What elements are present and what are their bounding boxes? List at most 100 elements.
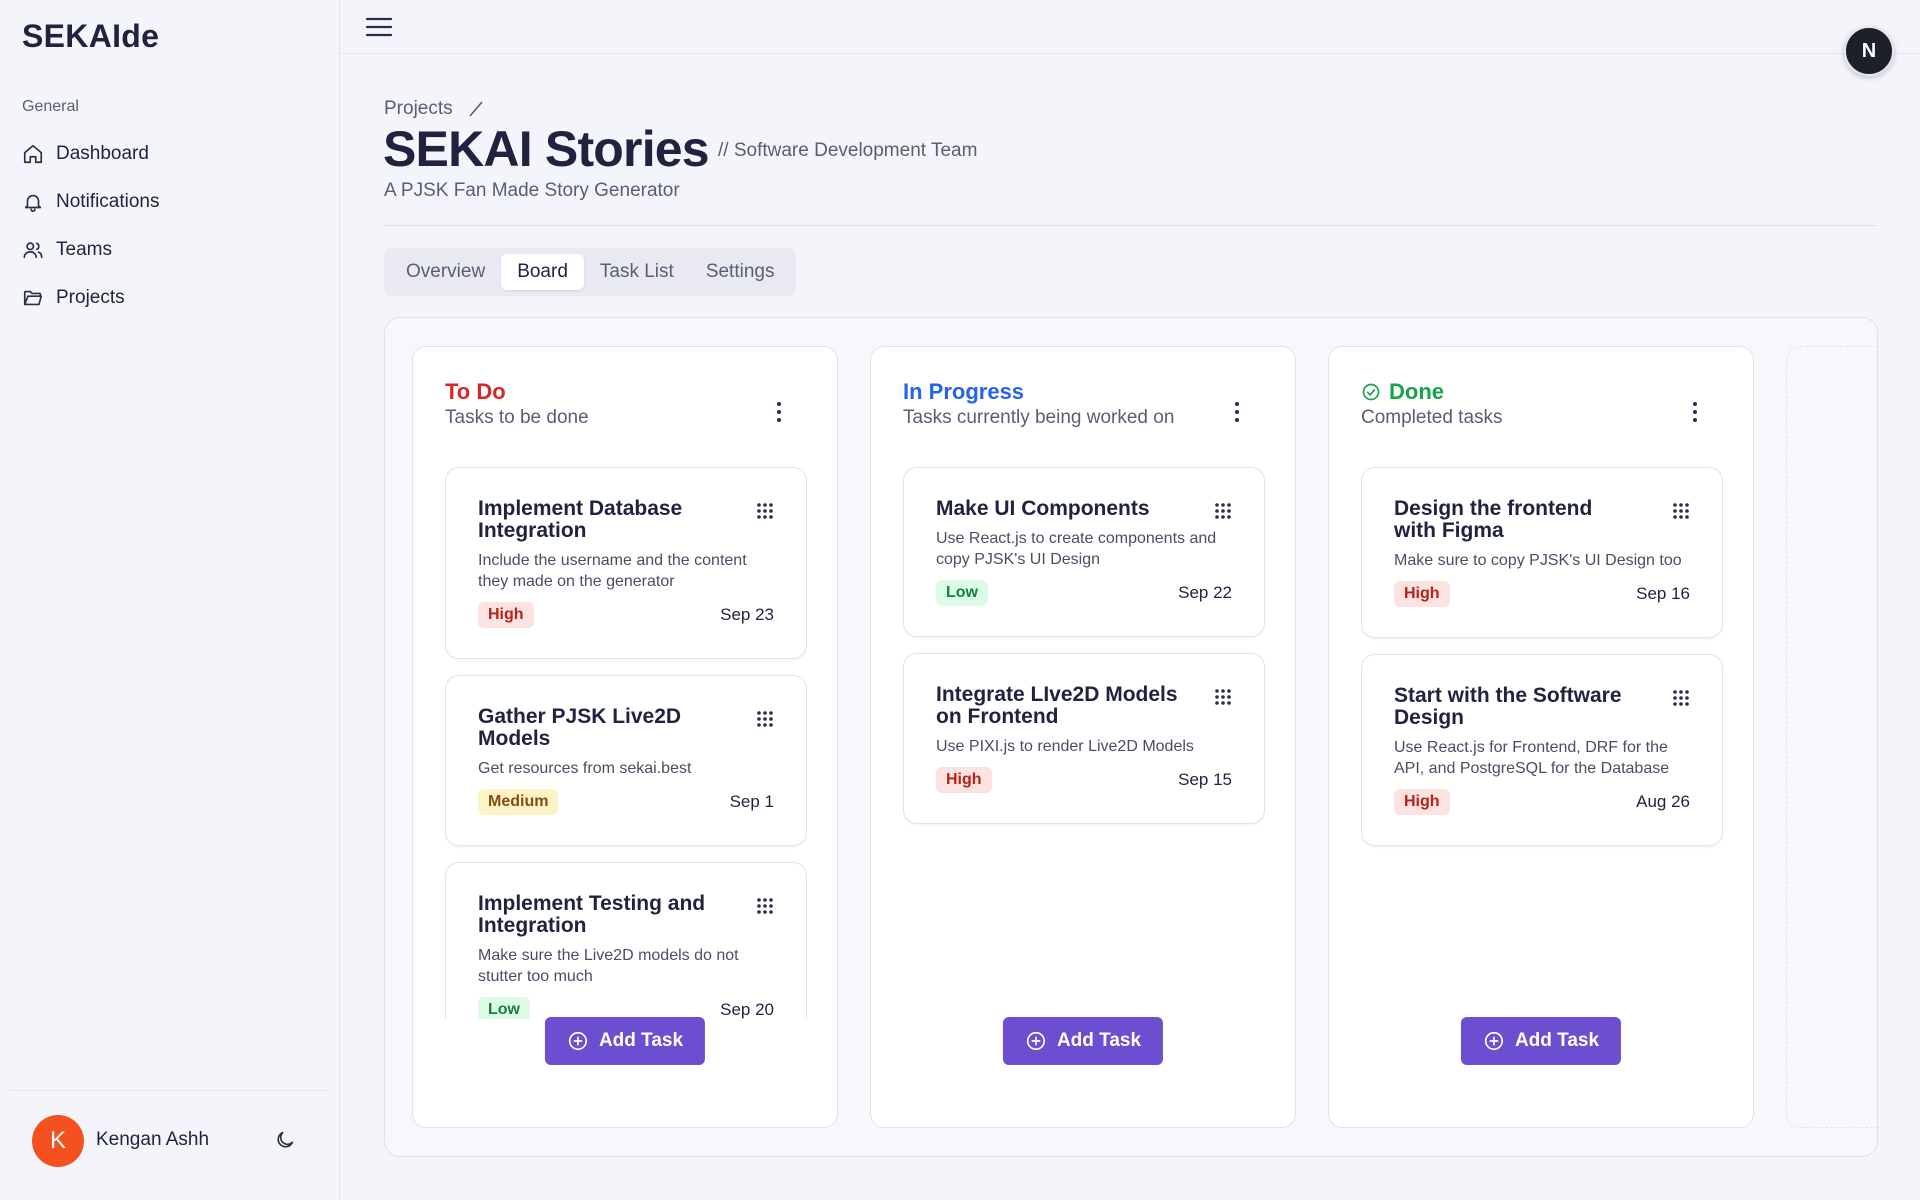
- task-description: Use React.js to create components and co…: [936, 530, 1217, 568]
- task-description: Use React.js for Frontend, DRF for the A…: [1394, 739, 1670, 777]
- check-circle-icon: [1362, 383, 1380, 401]
- task-date: Sep 23: [720, 605, 774, 624]
- column-menu-button[interactable]: [1233, 401, 1241, 423]
- task-footer: High Sep 23: [478, 602, 774, 628]
- menu-toggle-button[interactable]: [365, 14, 393, 40]
- add-task-label: Add Task: [1514, 1030, 1600, 1051]
- sidebar-item-projects[interactable]: Projects: [20, 274, 320, 322]
- task-date: Aug 26: [1636, 792, 1690, 811]
- task-card[interactable]: Design the frontend with Figma Make sure…: [1361, 467, 1723, 638]
- tab-task-list[interactable]: Task List: [584, 254, 690, 290]
- kanban-board: To Do Tasks to be done Implement Databas…: [384, 317, 1878, 1157]
- user-menu-avatar[interactable]: N: [1844, 26, 1894, 76]
- nav-group-label: General: [22, 98, 79, 115]
- card-list[interactable]: Design the frontend with Figma Make sure…: [1361, 467, 1723, 1019]
- avatar[interactable]: K: [32, 1115, 84, 1167]
- column-subtitle: Tasks currently being worked on: [903, 407, 1175, 428]
- task-date: Sep 16: [1636, 584, 1690, 603]
- moon-icon: [277, 1131, 294, 1148]
- task-footer: High Aug 26: [1394, 789, 1690, 815]
- sidebar-item-label: Teams: [56, 239, 112, 260]
- sidebar-nav: Dashboard Notifications Teams Projects: [20, 130, 320, 322]
- breadcrumb-projects-link[interactable]: Projects: [384, 98, 453, 120]
- users-icon: [23, 242, 43, 259]
- tab-board[interactable]: Board: [501, 254, 584, 290]
- add-column-placeholder[interactable]: [1786, 346, 1877, 1128]
- column-subtitle: Tasks to be done: [445, 407, 589, 428]
- add-task-button[interactable]: Add Task: [1460, 1017, 1622, 1065]
- sidebar-footer: K Kengan Ashh: [10, 1090, 329, 1200]
- grip-icon[interactable]: [1214, 502, 1232, 520]
- hamburger-icon: [365, 17, 393, 37]
- grip-icon[interactable]: [1214, 688, 1232, 706]
- priority-badge: Low: [936, 580, 988, 606]
- user-name[interactable]: Kengan Ashh: [96, 1129, 209, 1151]
- task-card[interactable]: Start with the Software Design Use React…: [1361, 654, 1723, 846]
- grip-icon[interactable]: [1672, 689, 1690, 707]
- column-menu-button[interactable]: [1691, 401, 1699, 423]
- grip-icon[interactable]: [756, 502, 774, 520]
- column-title: Done: [1361, 379, 1503, 405]
- sidebar-item-label: Dashboard: [56, 143, 149, 164]
- task-title: Make UI Components: [936, 497, 1150, 520]
- priority-badge: High: [1394, 789, 1450, 815]
- task-card[interactable]: Implement Database Integration Include t…: [445, 467, 807, 659]
- sidebar-item-label: Notifications: [56, 191, 160, 212]
- task-description: Use PIXI.js to render Live2D Models: [936, 738, 1194, 755]
- task-footer: Low Sep 22: [936, 580, 1232, 606]
- task-card[interactable]: Integrate LIve2D Models on Frontend Use …: [903, 653, 1265, 824]
- card-list[interactable]: Implement Database Integration Include t…: [445, 467, 807, 1019]
- project-description: A PJSK Fan Made Story Generator: [384, 180, 680, 201]
- sidebar-item-teams[interactable]: Teams: [20, 226, 320, 274]
- task-title: Implement Testing and Integration: [478, 892, 706, 937]
- more-vertical-icon: [777, 402, 781, 422]
- column-header: Done Completed tasks: [1361, 379, 1503, 429]
- task-footer: High Sep 15: [936, 767, 1232, 793]
- task-footer: Medium Sep 1: [478, 789, 774, 815]
- sidebar-item-label: Projects: [56, 287, 125, 308]
- bell-icon: [24, 194, 42, 212]
- top-bar: [341, 0, 1920, 54]
- column-title: To Do: [445, 379, 506, 404]
- more-vertical-icon: [1693, 402, 1697, 422]
- home-icon: [23, 144, 43, 164]
- grip-icon[interactable]: [1672, 502, 1690, 520]
- tab-settings[interactable]: Settings: [690, 254, 791, 290]
- tab-overview[interactable]: Overview: [390, 254, 501, 290]
- app-logo[interactable]: SEKAIde: [22, 18, 159, 55]
- task-card[interactable]: Make UI Components Use React.js to creat…: [903, 467, 1265, 637]
- task-date: Sep 20: [720, 1000, 774, 1019]
- task-date: Sep 15: [1178, 770, 1232, 789]
- task-description: Get resources from sekai.best: [478, 760, 692, 777]
- task-card[interactable]: Gather PJSK Live2D Models Get resources …: [445, 675, 807, 846]
- column-in-progress: In Progress Tasks currently being worked…: [870, 346, 1296, 1128]
- sidebar-item-dashboard[interactable]: Dashboard: [20, 130, 320, 178]
- add-task-button[interactable]: Add Task: [544, 1017, 706, 1065]
- column-subtitle: Completed tasks: [1361, 407, 1503, 428]
- slash-icon: [467, 100, 485, 118]
- card-list[interactable]: Make UI Components Use React.js to creat…: [903, 467, 1265, 1019]
- task-description: Make sure the Live2D models do not stutt…: [478, 947, 739, 985]
- task-description: Include the username and the content the…: [478, 552, 747, 590]
- task-title: Gather PJSK Live2D Models: [478, 705, 682, 750]
- task-description: Make sure to copy PJSK's UI Design too: [1394, 552, 1682, 569]
- column-title-text: Done: [1389, 379, 1444, 404]
- task-card[interactable]: Implement Testing and Integration Make s…: [445, 862, 807, 1019]
- column-todo: To Do Tasks to be done Implement Databas…: [412, 346, 838, 1128]
- theme-toggle-button[interactable]: [274, 1129, 298, 1153]
- task-footer: High Sep 16: [1394, 581, 1690, 607]
- priority-badge: Low: [478, 997, 530, 1019]
- task-title: Start with the Software Design: [1394, 684, 1622, 729]
- grip-icon[interactable]: [756, 897, 774, 915]
- page-title: SEKAI Stories: [383, 121, 710, 177]
- column-header: To Do Tasks to be done: [445, 379, 589, 429]
- team-label: // Software Development Team: [718, 140, 978, 161]
- breadcrumb: Projects: [384, 98, 485, 120]
- add-task-label: Add Task: [598, 1030, 684, 1051]
- add-task-button[interactable]: Add Task: [1002, 1017, 1164, 1065]
- more-vertical-icon: [1235, 402, 1239, 422]
- grip-icon[interactable]: [756, 710, 774, 728]
- column-menu-button[interactable]: [775, 401, 783, 423]
- priority-badge: Medium: [478, 789, 559, 815]
- sidebar-item-notifications[interactable]: Notifications: [20, 178, 320, 226]
